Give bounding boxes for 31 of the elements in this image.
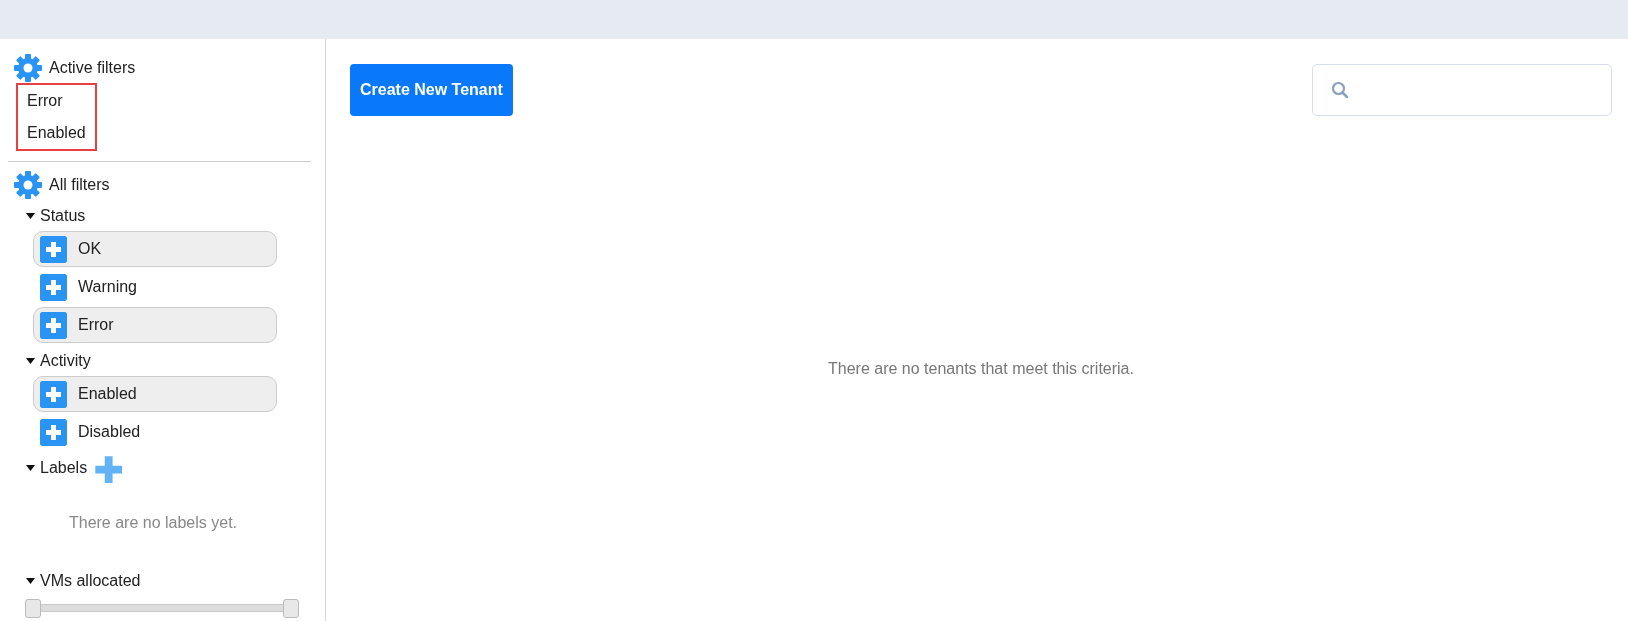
plus-icon[interactable] <box>40 418 67 446</box>
filter-group-label[interactable]: VMs allocated <box>40 568 141 593</box>
plus-icon[interactable] <box>40 235 67 263</box>
caret-icon[interactable] <box>26 212 35 219</box>
filter-option[interactable]: Enabled <box>33 376 277 412</box>
create-tenant-button[interactable]: Create New Tenant <box>350 64 513 116</box>
gear-icon <box>13 170 43 200</box>
active-filter[interactable]: Error <box>27 89 86 113</box>
caret-icon[interactable] <box>26 357 35 364</box>
empty-message: There are no tenants that meet this criteria. <box>828 358 1134 379</box>
filter-group-label[interactable]: Activity <box>40 348 91 373</box>
slider-handle[interactable] <box>283 599 299 618</box>
filter-group-label[interactable]: Labels <box>40 455 88 480</box>
plus-icon[interactable] <box>40 311 67 339</box>
filter-option[interactable]: Error <box>33 307 277 343</box>
filter-group-label[interactable]: Status <box>40 203 86 228</box>
active-filter[interactable]: Enabled <box>27 121 86 145</box>
caret-icon[interactable] <box>26 464 35 471</box>
search-icon <box>1331 81 1349 99</box>
section-title: Active filters <box>49 58 136 78</box>
caret-icon[interactable] <box>26 577 35 584</box>
section-title: All filters <box>49 175 110 195</box>
slider-handle[interactable] <box>25 599 41 618</box>
search-field[interactable] <box>1312 64 1612 116</box>
empty-labels-text: There are no labels yet. <box>67 513 239 533</box>
plus-icon[interactable] <box>40 273 67 301</box>
gear-icon <box>13 53 43 83</box>
filter-option[interactable]: Disabled <box>33 414 277 450</box>
filter-option[interactable]: OK <box>33 231 277 267</box>
plus-icon[interactable] <box>40 380 67 408</box>
filter-option[interactable]: Warning <box>33 269 277 305</box>
